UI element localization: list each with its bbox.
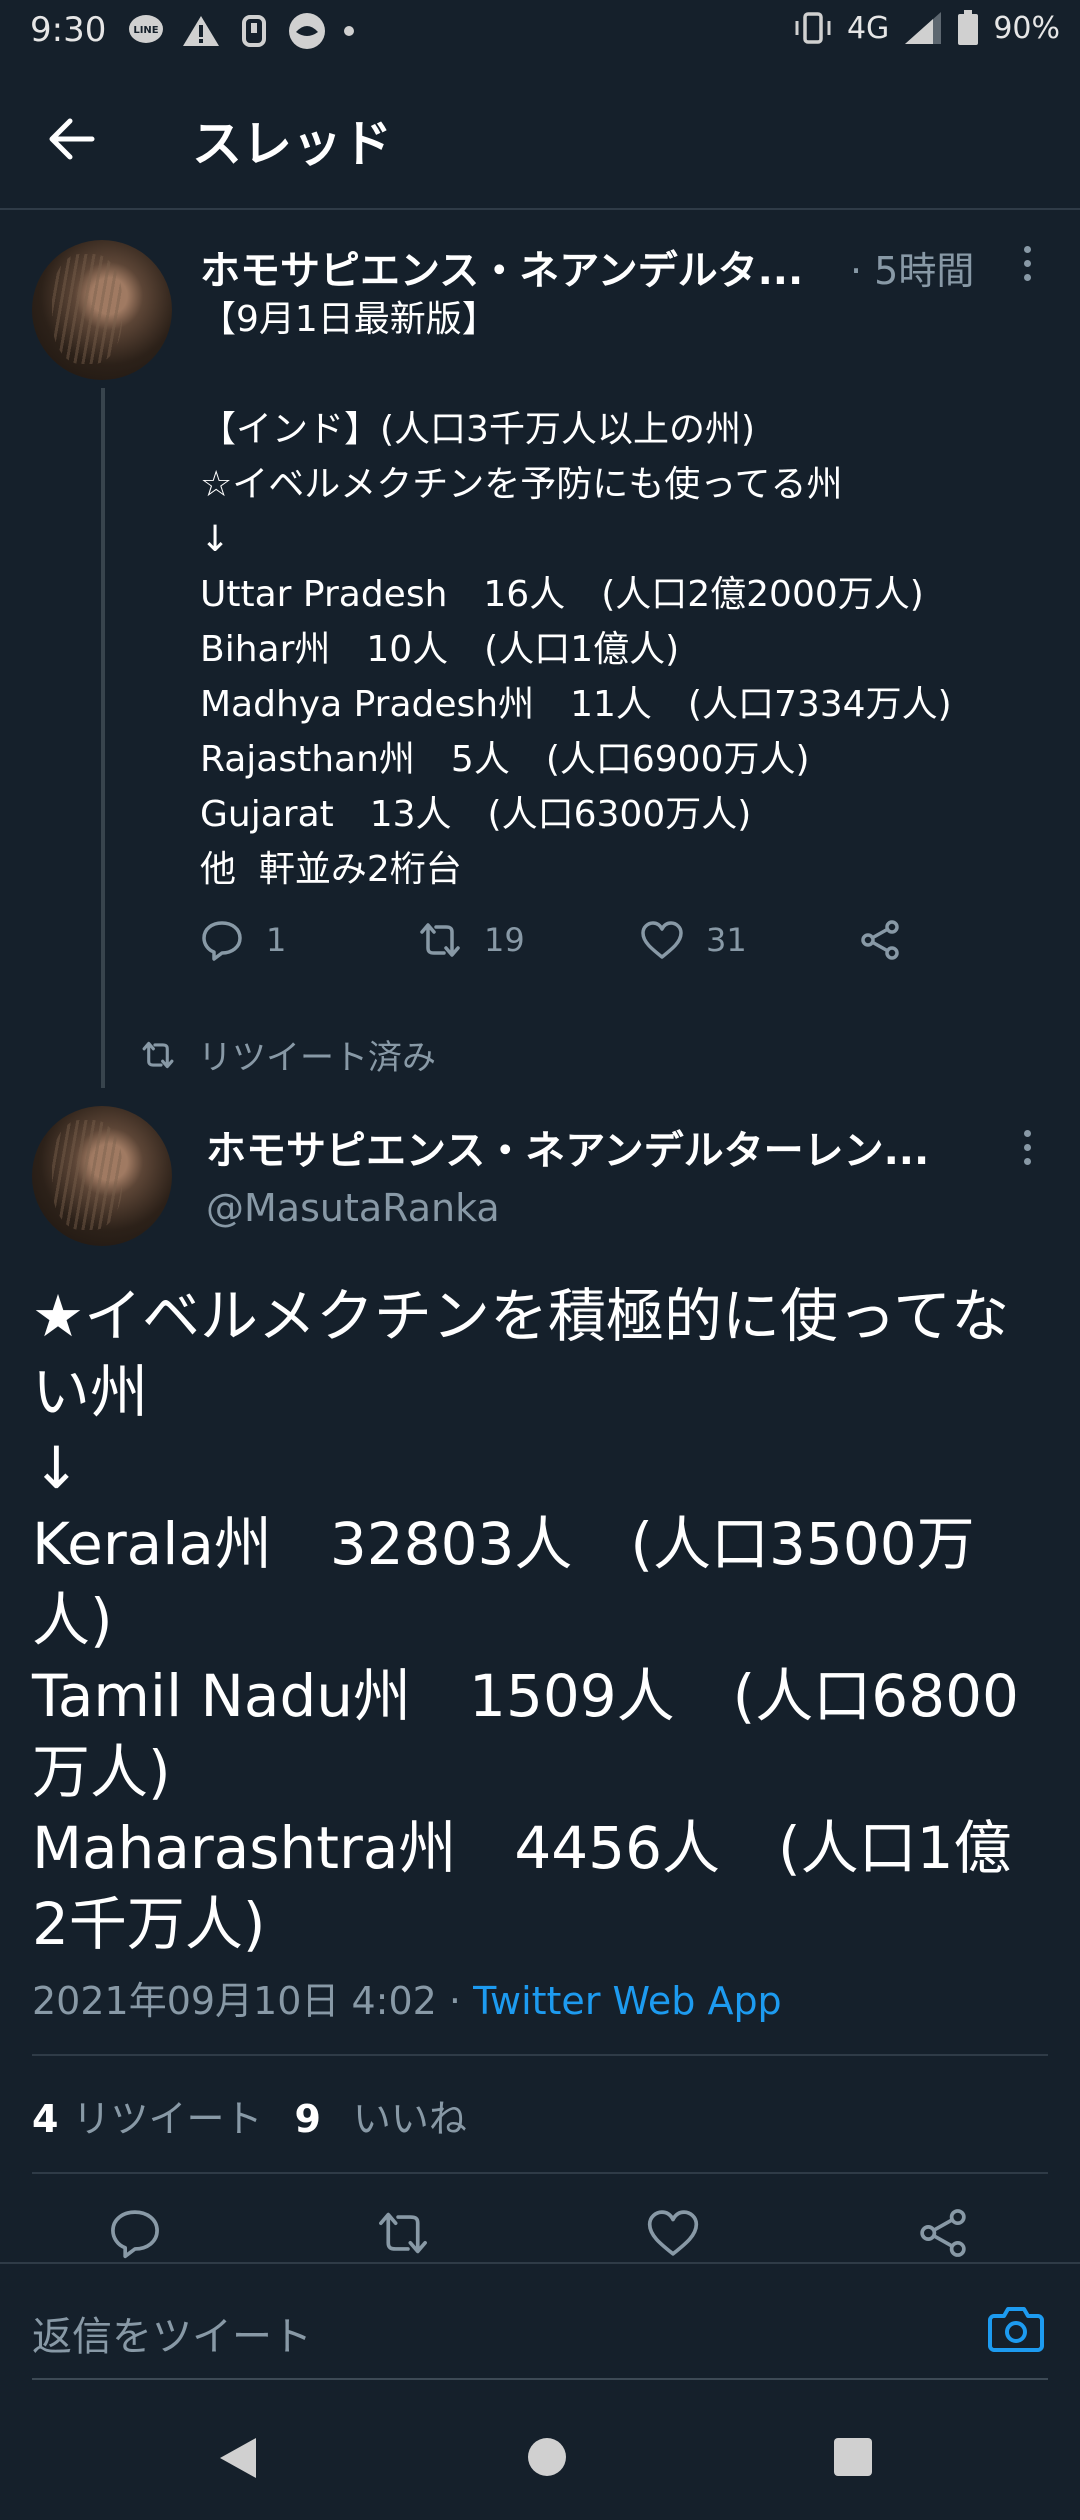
heart-icon [641,921,683,959]
debug-icon [242,15,266,47]
system-navigation-bar [0,2392,1080,2520]
camera-icon[interactable] [988,2302,1044,2354]
more-options-icon[interactable] [1021,246,1033,290]
retweet-count: 19 [484,921,525,959]
avatar[interactable] [32,240,172,380]
tweet-actions: 1 19 31 [200,918,920,974]
retweet-total[interactable]: 4 [32,2097,58,2141]
vibrate-icon [795,12,831,44]
reply-underline [32,2378,1048,2380]
reply-icon [111,2210,159,2259]
tweet-actions [0,2206,1080,2266]
tweet-date: 2021年09月10日 4:02 · [32,1979,474,2023]
heart-icon [647,2210,699,2256]
retweet-total-label[interactable]: リツイート [72,2088,262,2143]
like-total[interactable]: 9 [294,2097,320,2141]
reply-count: 1 [266,921,287,959]
retweeted-text: リツイート済み [198,1038,436,1078]
app-icon [289,13,325,49]
reply-button[interactable]: 1 [200,918,286,962]
tweet-stats: 4 リツイート 9 いいね [32,2088,467,2143]
tweet-text: ★イベルメクチンを積極的に使ってない州 ↓ Kerala州 32803人 (人口… [32,1282,1019,1958]
retweet-button[interactable]: 19 [418,918,525,962]
signal-icon [905,12,942,44]
share-icon [861,920,899,960]
like-button[interactable] [646,2206,700,2260]
nav-back-icon[interactable] [218,2436,258,2480]
reply-composer: 返信をツイート [0,2262,1080,2392]
tweet-meta: 2021年09月10日 4:02 · Twitter Web App [32,1970,782,2025]
share-icon [920,2209,966,2257]
retweet-small-icon [142,1041,174,1068]
battery-icon [958,10,979,45]
tweet-source-link[interactable]: Twitter Web App [473,1979,782,2023]
share-button[interactable] [858,918,902,962]
status-bar: 9:30 LINE 4G 90% [0,0,1080,66]
page-title: スレッド [192,115,392,173]
line-icon: LINE [129,15,163,43]
thread-line [101,388,105,1088]
notification-icons: LINE [128,12,354,50]
status-time: 9:30 [30,10,107,50]
tweet-author-name[interactable]: ホモサピエンス・ネアンデルターレン... [206,1118,929,1176]
reply-icon [202,921,242,961]
svg-text:LINE: LINE [133,25,158,36]
retweet-button[interactable] [376,2206,430,2260]
divider [32,2054,1048,2056]
tweet-timestamp: · 5時間 [850,249,975,293]
retweet-icon [379,2212,427,2254]
back-arrow-icon[interactable] [44,112,104,166]
divider [32,2172,1048,2174]
like-button[interactable]: 31 [640,918,747,962]
battery-level: 90% [993,10,1060,46]
like-count: 31 [706,921,747,959]
nav-home-icon[interactable] [528,2438,566,2476]
like-total-label[interactable]: いいね [353,2088,467,2143]
more-options-icon[interactable] [1021,1130,1033,1174]
share-button[interactable] [916,2206,970,2260]
warning-icon [183,16,219,46]
system-status: 4G 90% [793,10,1060,46]
tweet-text: 【9月1日最新版】 【インド】(人口3千万人以上の州) ☆イベルメクチンを予防に… [200,299,952,890]
dot-icon [344,26,354,36]
nav-recents-icon[interactable] [834,2438,872,2476]
retweet-icon [420,923,460,957]
app-header: スレッド [0,66,1080,210]
reply-input[interactable]: 返信をツイート [32,2304,312,2362]
avatar[interactable] [32,1106,172,1246]
network-type: 4G [846,10,890,46]
retweeted-label: リツイート済み [140,1030,436,1079]
tweet-author-handle[interactable]: @MasutaRanka [206,1186,500,1230]
tweet-author-name[interactable]: ホモサピエンス・ネアンデルタ... [200,238,803,296]
reply-button[interactable] [108,2206,162,2260]
